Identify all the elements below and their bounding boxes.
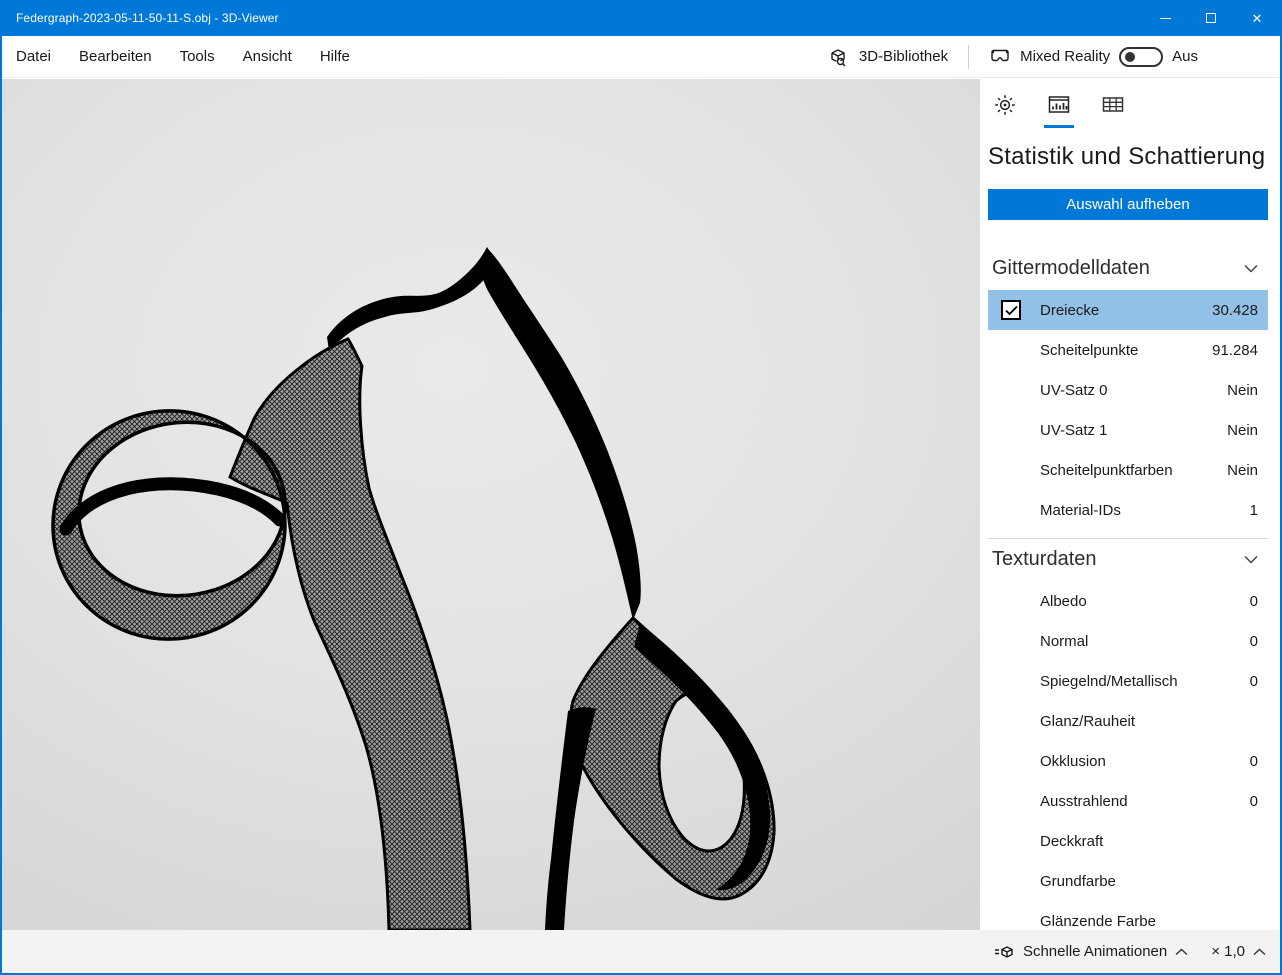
row-spiegelnd-metallisch[interactable]: Spiegelnd/Metallisch 0 — [988, 661, 1268, 701]
model-right-band — [479, 249, 641, 620]
window-title: Federgraph-2023-05-11-50-11-S.obj - 3D-V… — [2, 11, 279, 25]
menu-ansicht[interactable]: Ansicht — [229, 36, 306, 78]
animation-cube-icon — [993, 942, 1015, 962]
toggle-knob — [1125, 52, 1135, 62]
mixed-reality-state: Aus — [1172, 48, 1198, 65]
chevron-up-icon — [1253, 948, 1266, 956]
3d-viewport[interactable] — [2, 79, 980, 930]
menu-separator — [968, 45, 969, 69]
row-uv-satz-0[interactable]: UV-Satz 0 Nein — [988, 370, 1268, 410]
animations-label: Schnelle Animationen — [1023, 943, 1167, 960]
row-material-ids[interactable]: Material-IDs 1 — [988, 490, 1268, 530]
status-bar: Schnelle Animationen × 1,0 — [2, 930, 1280, 975]
texture-data-rows: Albedo 0 Normal 0 Spiegelnd/Metallisch 0… — [988, 581, 1268, 930]
menu-bearbeiten[interactable]: Bearbeiten — [65, 36, 166, 78]
row-okklusion[interactable]: Okklusion 0 — [988, 741, 1268, 781]
menu-bar: Datei Bearbeiten Tools Ansicht Hilfe 3D-… — [2, 36, 1280, 78]
row-grundfarbe[interactable]: Grundfarbe — [988, 861, 1268, 901]
chevron-up-icon — [1175, 948, 1188, 956]
row-uv-satz-1[interactable]: UV-Satz 1 Nein — [988, 410, 1268, 450]
model-center-band — [230, 339, 470, 930]
animation-speed-button[interactable]: Schnelle Animationen — [993, 942, 1188, 962]
check-icon — [1005, 305, 1018, 316]
row-deckkraft[interactable]: Deckkraft — [988, 821, 1268, 861]
menu-items: Datei Bearbeiten Tools Ansicht Hilfe — [2, 36, 364, 78]
panel-tabs — [988, 91, 1268, 131]
3d-model-wireframe — [2, 79, 980, 930]
tab-statistics[interactable] — [1044, 91, 1074, 128]
row-albedo[interactable]: Albedo 0 — [988, 581, 1268, 621]
maximize-button[interactable] — [1188, 0, 1234, 36]
app-window: Federgraph-2023-05-11-50-11-S.obj - 3D-V… — [0, 0, 1282, 975]
section-divider — [988, 538, 1268, 539]
minimize-button[interactable] — [1142, 0, 1188, 36]
main-area: Statistik und Schattierung Auswahl aufhe… — [2, 79, 1280, 930]
speed-control[interactable]: × 1,0 — [1211, 943, 1266, 960]
3d-library-label: 3D-Bibliothek — [859, 48, 948, 65]
mixed-reality-group: Mixed Reality Aus — [989, 47, 1198, 67]
menu-datei[interactable]: Datei — [16, 36, 65, 78]
row-ausstrahlend[interactable]: Ausstrahlend 0 — [988, 781, 1268, 821]
model-thin-band — [545, 707, 596, 930]
tab-underline — [990, 125, 1020, 128]
menu-tools[interactable]: Tools — [166, 36, 229, 78]
chevron-down-icon — [1244, 264, 1258, 273]
deselect-button[interactable]: Auswahl aufheben — [988, 189, 1268, 220]
menu-hilfe[interactable]: Hilfe — [306, 36, 364, 78]
panel-title: Statistik und Schattierung — [988, 143, 1268, 171]
section-header-texture[interactable]: Texturdaten — [988, 541, 1268, 577]
model-top-band — [327, 247, 497, 351]
chevron-down-icon — [1244, 555, 1258, 564]
grid-icon — [1101, 93, 1125, 117]
active-tab-underline — [1044, 125, 1074, 128]
section-header-mesh[interactable]: Gittermodelldaten — [988, 250, 1268, 286]
row-glanz-rauheit[interactable]: Glanz/Rauheit — [988, 701, 1268, 741]
bar-chart-icon — [1047, 93, 1071, 117]
mesh-data-rows: Dreiecke 30.428 Scheitelpunkte 91.284 UV… — [988, 290, 1268, 530]
cube-library-icon — [828, 46, 850, 68]
close-icon: ✕ — [1252, 12, 1263, 25]
row-scheitelpunkte[interactable]: Scheitelpunkte 91.284 — [988, 330, 1268, 370]
tab-wireframe[interactable] — [1098, 91, 1128, 128]
row-glaenzende-farbe[interactable]: Glänzende Farbe — [988, 901, 1268, 930]
stats-panel: Statistik und Schattierung Auswahl aufhe… — [980, 79, 1280, 930]
tab-underline — [1098, 125, 1128, 128]
row-dreiecke[interactable]: Dreiecke 30.428 — [988, 290, 1268, 330]
menu-right-cluster: 3D-Bibliothek Mixed Reality Aus — [828, 45, 1280, 69]
3d-library-button[interactable]: 3D-Bibliothek — [828, 46, 948, 68]
mixed-reality-label: Mixed Reality — [1020, 48, 1110, 65]
sun-icon — [993, 93, 1017, 117]
row-scheitelpunktfarben[interactable]: Scheitelpunktfarben Nein — [988, 450, 1268, 490]
close-button[interactable]: ✕ — [1234, 0, 1280, 36]
mixed-reality-toggle[interactable] — [1119, 47, 1163, 67]
caption-buttons: ✕ — [1142, 0, 1280, 36]
row-normal[interactable]: Normal 0 — [988, 621, 1268, 661]
window-titlebar: Federgraph-2023-05-11-50-11-S.obj - 3D-V… — [2, 0, 1280, 36]
row-checkbox[interactable] — [1001, 300, 1021, 320]
status-right-cluster: Schnelle Animationen × 1,0 — [993, 930, 1266, 973]
mixed-reality-icon — [989, 48, 1011, 66]
tab-lighting[interactable] — [990, 91, 1020, 128]
maximize-icon — [1206, 13, 1216, 23]
speed-label: × 1,0 — [1211, 943, 1245, 960]
minimize-icon — [1160, 18, 1171, 19]
